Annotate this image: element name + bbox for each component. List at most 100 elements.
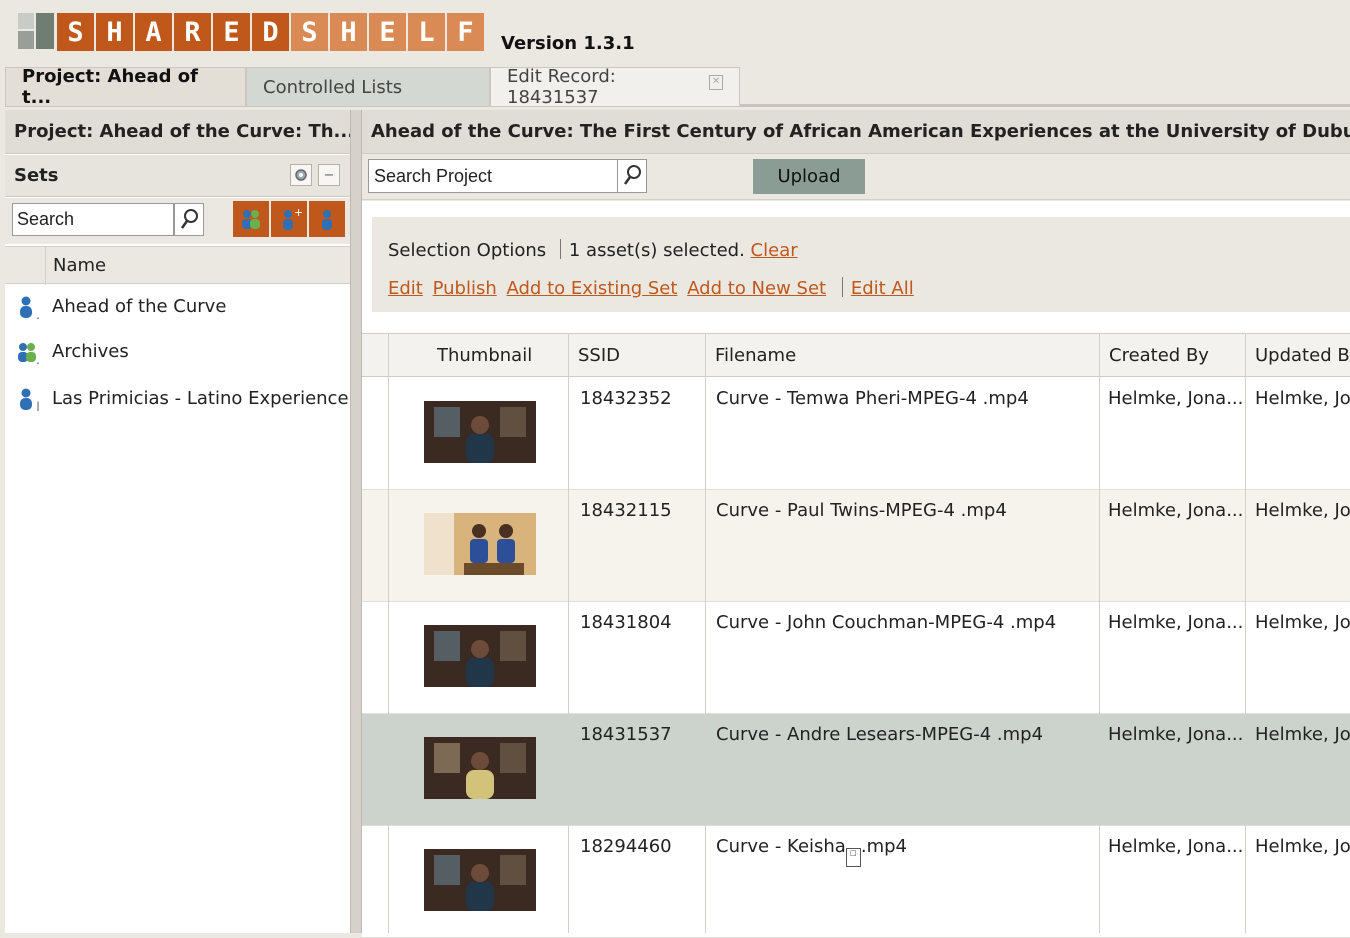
sets-header: Sets − <box>5 155 350 197</box>
video-thumbnail[interactable] <box>424 737 536 799</box>
asset-content: Selection Options 1 asset(s) selected. C… <box>362 201 1350 938</box>
video-thumbnail[interactable] <box>424 849 536 911</box>
video-thumbnail[interactable] <box>424 513 536 575</box>
tab-edit-record-label: Edit Record: 18431537 <box>507 66 616 108</box>
set-item-archives[interactable]: , Archives <box>5 330 350 376</box>
collapse-icon[interactable]: − <box>318 164 340 186</box>
table-row[interactable]: 18432352 Curve - Temwa Pheri-MPEG-4 .mp4… <box>362 378 1350 490</box>
publish-link[interactable]: Publish <box>433 278 497 299</box>
filename-text: Curve - Temwa Pheri-MPEG-4 .mp4 <box>716 388 1029 409</box>
updated-by-cell: Helmke, Jo <box>1255 500 1350 521</box>
selection-status: Selection Options 1 asset(s) selected. C… <box>388 239 798 261</box>
asset-grid: Thumbnail SSID Filename Created By Updat… <box>362 333 1350 938</box>
set-item-ahead-of-the-curve[interactable]: , Ahead of the Curve <box>5 285 350 331</box>
tab-edit-record[interactable]: Edit Record: 18431537 ✕ <box>490 66 740 108</box>
edit-link[interactable]: Edit <box>388 278 423 299</box>
set-item-label: Archives <box>52 341 129 362</box>
video-thumbnail[interactable] <box>424 625 536 687</box>
created-by-cell: Helmke, Jona... <box>1108 724 1242 745</box>
created-by-cell: Helmke, Jona... <box>1108 500 1242 521</box>
table-row[interactable]: 18431537 Curve - Andre Lesears-MPEG-4 .m… <box>362 714 1350 826</box>
created-by-cell: Helmke, Jona... <box>1108 388 1242 409</box>
column-header-thumbnail[interactable]: Thumbnail <box>437 345 532 366</box>
ssid-cell: 18431804 <box>580 612 672 633</box>
grid-header: Thumbnail SSID Filename Created By Updat… <box>362 333 1350 377</box>
search-icon[interactable] <box>174 203 204 236</box>
selection-options-box: Selection Options 1 asset(s) selected. C… <box>372 217 1350 312</box>
column-header-ssid[interactable]: SSID <box>578 345 620 366</box>
tab-bar: Project: Ahead of t... Controlled Lists … <box>5 66 1350 108</box>
updated-by-cell: Helmke, Jo <box>1255 388 1350 409</box>
column-header-filename[interactable]: Filename <box>715 345 796 366</box>
set-item-las-primicias[interactable]: | Las Primicias - Latino Experience... <box>5 377 366 423</box>
table-row[interactable]: 18432115 Curve - Paul Twins-MPEG-4 .mp4 … <box>362 490 1350 602</box>
set-item-label: Ahead of the Curve <box>52 296 227 317</box>
version-label: Version 1.3.1 <box>501 33 635 54</box>
logo-letter: E <box>213 13 250 51</box>
close-tab-icon[interactable]: ✕ <box>709 74 723 90</box>
user-group-icon: , <box>15 340 41 367</box>
logo-letter: E <box>369 13 406 51</box>
logo-letter: A <box>135 13 172 51</box>
logo-letter: D <box>252 13 289 51</box>
left-panel-title: Project: Ahead of the Curve: Th... <box>5 110 350 154</box>
tab-project-label: Project: Ahead of t... <box>22 66 199 108</box>
updated-by-cell: Helmke, Jo <box>1255 836 1350 857</box>
missing-glyph-icon: □ <box>845 848 861 867</box>
table-row[interactable]: 18294460 Curve - Keisha □ .mp4 Helmke, Jon… <box>362 826 1350 938</box>
column-header-updated-by[interactable]: Updated By <box>1255 345 1350 366</box>
tab-controlled-lists-label: Controlled Lists <box>263 76 403 98</box>
search-icon[interactable] <box>617 159 647 193</box>
set-user-button[interactable] <box>309 201 345 237</box>
divider <box>841 277 843 297</box>
updated-by-cell: Helmke, Jo <box>1255 724 1350 745</box>
sets-search-input[interactable] <box>12 203 174 236</box>
ssid-cell: 18431537 <box>580 724 672 745</box>
upload-button[interactable]: Upload <box>753 159 865 194</box>
logo-letter: R <box>174 13 211 51</box>
sets-column-header[interactable]: Name <box>5 246 350 285</box>
sets-panel: Project: Ahead of the Curve: Th... Sets … <box>5 110 366 933</box>
single-user-icon: | <box>15 387 41 414</box>
add-to-new-set-link[interactable]: Add to New Set <box>687 278 826 299</box>
logo-letter: S <box>291 13 328 51</box>
single-user-icon: , <box>15 295 41 322</box>
ssid-cell: 18432352 <box>580 388 672 409</box>
svg-text:+: + <box>294 207 302 219</box>
selection-actions: Edit Publish Add to Existing Set Add to … <box>388 277 914 299</box>
logo-letter: L <box>408 13 445 51</box>
panel-splitter[interactable] <box>350 110 362 933</box>
created-by-cell: Helmke, Jona... <box>1108 612 1242 633</box>
add-group-set-button[interactable] <box>233 201 269 237</box>
filename-cell: Curve - John Couchman-MPEG-4 .mp4 <box>716 612 1094 633</box>
created-by-cell: Helmke, Jona... <box>1108 836 1242 857</box>
tab-controlled-lists[interactable]: Controlled Lists <box>246 67 490 107</box>
svg-text:,: , <box>36 353 40 364</box>
filename-text: Curve - John Couchman-MPEG-4 .mp4 <box>716 612 1057 633</box>
logo-letter: H <box>330 13 367 51</box>
gear-icon[interactable] <box>290 164 312 186</box>
sharedshelf-logo-mark <box>18 13 54 49</box>
filename-cell: Curve - Paul Twins-MPEG-4 .mp4 <box>716 500 1094 521</box>
clear-selection-link[interactable]: Clear <box>751 240 798 261</box>
divider <box>559 239 561 259</box>
video-thumbnail[interactable] <box>424 401 536 463</box>
ssid-cell: 18432115 <box>580 500 672 521</box>
sets-search-row: + <box>5 198 350 244</box>
add-set-button[interactable]: + <box>271 201 307 237</box>
filename-text: Curve - Paul Twins-MPEG-4 .mp4 <box>716 500 1007 521</box>
logo-letter: S <box>57 13 94 51</box>
sets-title: Sets <box>14 165 59 186</box>
selection-options-label: Selection Options <box>388 240 547 261</box>
column-header-created-by[interactable]: Created By <box>1109 345 1209 366</box>
logo-letter: H <box>96 13 133 51</box>
edit-all-link[interactable]: Edit All <box>851 278 914 299</box>
project-search-input[interactable] <box>368 159 618 193</box>
name-column-label: Name <box>53 255 107 276</box>
svg-text:,: , <box>36 308 40 319</box>
filename-text: Curve - Andre Lesears-MPEG-4 .mp4 <box>716 724 1044 745</box>
tab-project[interactable]: Project: Ahead of t... <box>5 66 246 108</box>
table-row[interactable]: 18431804 Curve - John Couchman-MPEG-4 .m… <box>362 602 1350 714</box>
add-to-existing-set-link[interactable]: Add to Existing Set <box>507 278 678 299</box>
filename-cell: Curve - Temwa Pheri-MPEG-4 .mp4 <box>716 388 1094 409</box>
